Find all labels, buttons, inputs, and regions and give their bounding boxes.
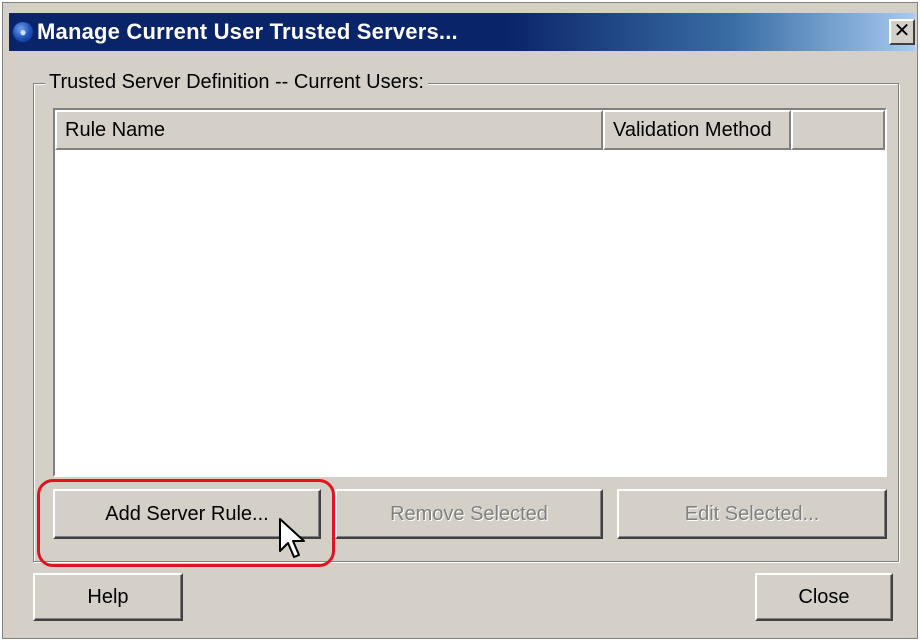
- column-header-validation-method[interactable]: Validation Method: [603, 110, 791, 150]
- edit-selected-button[interactable]: Edit Selected...: [617, 489, 887, 539]
- dialog-window: ● Manage Current User Trusted Servers...…: [2, 2, 918, 639]
- app-globe-icon: ●: [13, 22, 33, 42]
- column-header-empty[interactable]: [791, 110, 885, 150]
- window-title: Manage Current User Trusted Servers...: [37, 19, 458, 44]
- close-window-button[interactable]: ✕: [889, 19, 915, 45]
- list-body[interactable]: [55, 150, 885, 475]
- column-header-rule-name[interactable]: Rule Name: [55, 110, 603, 150]
- groupbox-label: Trusted Server Definition -- Current Use…: [45, 71, 428, 93]
- list-header: Rule Name Validation Method: [55, 110, 885, 150]
- remove-selected-button[interactable]: Remove Selected: [335, 489, 603, 539]
- close-icon: ✕: [893, 20, 911, 42]
- close-button[interactable]: Close: [755, 573, 893, 621]
- help-button[interactable]: Help: [33, 573, 183, 621]
- title-bar[interactable]: ● Manage Current User Trusted Servers...…: [9, 13, 915, 51]
- trusted-server-rules-list[interactable]: Rule Name Validation Method: [53, 108, 887, 477]
- mouse-pointer-icon: [279, 518, 305, 558]
